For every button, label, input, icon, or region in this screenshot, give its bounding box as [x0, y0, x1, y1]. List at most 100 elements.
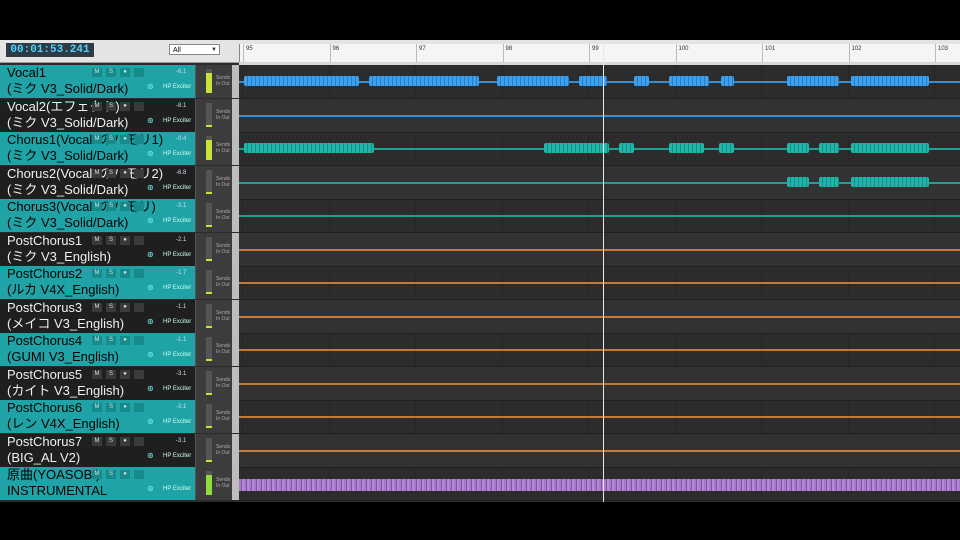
track-menu-button[interactable]: [134, 403, 144, 412]
record-arm-button[interactable]: ●: [120, 68, 130, 77]
track-label-area[interactable]: PostChorus4 (GUMI V3_English) M S ● ⊛ HP…: [0, 333, 195, 366]
vocal-clip[interactable]: [787, 177, 809, 187]
sends-panel[interactable]: Sends In Out: [216, 343, 230, 355]
mute-button[interactable]: M: [92, 102, 102, 111]
track-menu-button[interactable]: [134, 169, 144, 178]
track-label-area[interactable]: 原曲(YOASOBI) INSTRUMENTAL M S ● ⊛ HP Exci…: [0, 467, 195, 500]
mute-button[interactable]: M: [92, 269, 102, 278]
timeline-ruler[interactable]: 95 96 97 98 99 100 101 102 103: [239, 44, 960, 62]
vocal-clip[interactable]: [497, 76, 569, 86]
mute-button[interactable]: M: [92, 202, 102, 211]
track-lane[interactable]: [239, 132, 960, 166]
track-lane[interactable]: [239, 266, 960, 300]
track-lane[interactable]: [239, 99, 960, 133]
solo-button[interactable]: S: [106, 135, 116, 144]
vocal-clip[interactable]: [544, 143, 609, 153]
track-lane[interactable]: [239, 199, 960, 233]
sends-panel[interactable]: Sends In Out: [216, 410, 230, 422]
track-label-area[interactable]: PostChorus5 (カイト V3_English) M S ● ⊛ HP …: [0, 367, 195, 400]
mute-button[interactable]: M: [92, 68, 102, 77]
track-lane[interactable]: [239, 434, 960, 468]
track-menu-button[interactable]: [134, 437, 144, 446]
track-header[interactable]: Chorus2(Vocal1のハモリ2) (ミク V3_Solid/Dark) …: [0, 166, 239, 199]
vocal-clip[interactable]: [669, 143, 704, 153]
record-arm-button[interactable]: ●: [120, 236, 130, 245]
track-menu-button[interactable]: [134, 336, 144, 345]
track-menu-button[interactable]: [134, 102, 144, 111]
vocal-clip[interactable]: [669, 76, 709, 86]
record-arm-button[interactable]: ●: [120, 437, 130, 446]
fx-insert-icon[interactable]: ⊛: [147, 82, 154, 91]
track-menu-button[interactable]: [134, 370, 144, 379]
mute-button[interactable]: M: [92, 403, 102, 412]
arrangement-view[interactable]: [239, 65, 960, 502]
mute-button[interactable]: M: [92, 437, 102, 446]
vocal-clip[interactable]: [369, 76, 479, 86]
vocal-clip[interactable]: [787, 76, 839, 86]
track-lane[interactable]: [239, 166, 960, 200]
sends-panel[interactable]: Sends In Out: [216, 176, 230, 188]
vocal-clip[interactable]: [634, 76, 649, 86]
fx-insert-icon[interactable]: ⊛: [147, 283, 154, 292]
fx-insert-icon[interactable]: ⊛: [147, 183, 154, 192]
track-menu-button[interactable]: [134, 135, 144, 144]
track-header[interactable]: Vocal2(エフェクト) (ミク V3_Solid/Dark) M S ● ⊛…: [0, 99, 239, 132]
solo-button[interactable]: S: [106, 303, 116, 312]
solo-button[interactable]: S: [106, 437, 116, 446]
sends-panel[interactable]: Sends In Out: [216, 276, 230, 288]
mute-button[interactable]: M: [92, 470, 102, 479]
track-label-area[interactable]: Chorus2(Vocal1のハモリ2) (ミク V3_Solid/Dark) …: [0, 166, 195, 199]
fx-insert-icon[interactable]: ⊛: [147, 149, 154, 158]
fx-insert-icon[interactable]: ⊛: [147, 116, 154, 125]
track-filter-select[interactable]: All ▼: [169, 44, 220, 55]
fx-insert-icon[interactable]: ⊛: [147, 350, 154, 359]
sends-panel[interactable]: Sends In Out: [216, 75, 230, 87]
vocal-clip[interactable]: [719, 143, 734, 153]
record-arm-button[interactable]: ●: [120, 370, 130, 379]
track-header[interactable]: Vocal1 (ミク V3_Solid/Dark) M S ● ⊛ HP Exc…: [0, 65, 239, 98]
solo-button[interactable]: S: [106, 169, 116, 178]
sends-panel[interactable]: Sends In Out: [216, 377, 230, 389]
playhead-cursor[interactable]: [603, 44, 604, 502]
record-arm-button[interactable]: ●: [120, 135, 130, 144]
track-lane[interactable]: [239, 300, 960, 334]
track-header[interactable]: PostChorus7 (BIG_AL V2) M S ● ⊛ HP Excit…: [0, 434, 239, 467]
track-menu-button[interactable]: [134, 269, 144, 278]
vocal-clip[interactable]: [851, 177, 929, 187]
mute-button[interactable]: M: [92, 370, 102, 379]
record-arm-button[interactable]: ●: [120, 336, 130, 345]
audio-waveform[interactable]: [239, 479, 960, 491]
track-header[interactable]: PostChorus6 (レン V4X_English) M S ● ⊛ HP …: [0, 400, 239, 433]
record-arm-button[interactable]: ●: [120, 102, 130, 111]
track-lane[interactable]: [239, 467, 960, 501]
sends-panel[interactable]: Sends In Out: [216, 310, 230, 322]
track-menu-button[interactable]: [134, 202, 144, 211]
fx-insert-icon[interactable]: ⊛: [147, 250, 154, 259]
solo-button[interactable]: S: [106, 102, 116, 111]
fx-insert-icon[interactable]: ⊛: [147, 317, 154, 326]
mute-button[interactable]: M: [92, 135, 102, 144]
track-header[interactable]: PostChorus4 (GUMI V3_English) M S ● ⊛ HP…: [0, 333, 239, 366]
track-menu-button[interactable]: [134, 470, 144, 479]
mute-button[interactable]: M: [92, 169, 102, 178]
mute-button[interactable]: M: [92, 336, 102, 345]
record-arm-button[interactable]: ●: [120, 403, 130, 412]
solo-button[interactable]: S: [106, 202, 116, 211]
track-header[interactable]: PostChorus2 (ルカ V4X_English) M S ● ⊛ HP …: [0, 266, 239, 299]
vocal-clip[interactable]: [244, 143, 374, 153]
track-lane[interactable]: [239, 367, 960, 401]
fx-insert-icon[interactable]: ⊛: [147, 384, 154, 393]
track-label-area[interactable]: PostChorus3 (メイコ V3_English) M S ● ⊛ HP …: [0, 300, 195, 333]
track-label-area[interactable]: Chorus1(Vocal1のハモリ1) (ミク V3_Solid/Dark) …: [0, 132, 195, 165]
fx-insert-icon[interactable]: ⊛: [147, 451, 154, 460]
mute-button[interactable]: M: [92, 303, 102, 312]
track-label-area[interactable]: Vocal2(エフェクト) (ミク V3_Solid/Dark) M S ● ⊛…: [0, 99, 195, 132]
sends-panel[interactable]: Sends In Out: [216, 209, 230, 221]
track-label-area[interactable]: PostChorus1 (ミク V3_English) M S ● ⊛ HP E…: [0, 233, 195, 266]
track-menu-button[interactable]: [134, 236, 144, 245]
record-arm-button[interactable]: ●: [120, 202, 130, 211]
track-label-area[interactable]: PostChorus6 (レン V4X_English) M S ● ⊛ HP …: [0, 400, 195, 433]
sends-panel[interactable]: Sends In Out: [216, 142, 230, 154]
solo-button[interactable]: S: [106, 403, 116, 412]
solo-button[interactable]: S: [106, 236, 116, 245]
